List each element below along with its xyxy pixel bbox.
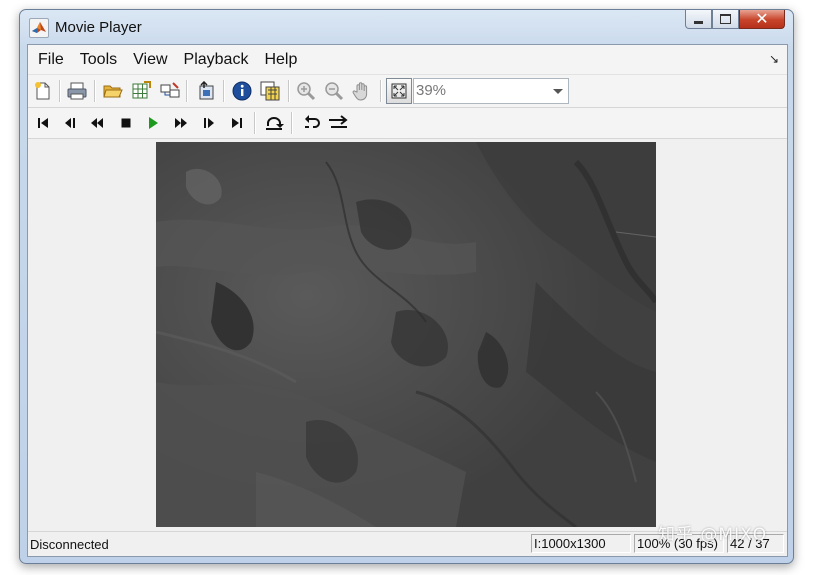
menu-playback[interactable]: Playback [176, 51, 257, 69]
print-button[interactable] [65, 79, 89, 103]
menu-help[interactable]: Help [256, 51, 305, 69]
rewind-icon [91, 118, 103, 128]
zoom-out-icon [325, 82, 344, 101]
go-to-first-frame-button[interactable] [31, 111, 55, 135]
go-to-last-frame-button[interactable] [225, 111, 249, 135]
minimize-button[interactable] [685, 10, 712, 29]
zoom-level-select[interactable]: 39% [413, 78, 569, 104]
title-bar[interactable]: Movie Player ✕ [20, 10, 793, 44]
export-to-image-tool-button[interactable] [194, 79, 218, 103]
pixel-region-icon [260, 81, 280, 101]
image-size-status: I:1000x1300 [531, 534, 631, 553]
movie-frame-image[interactable] [156, 142, 656, 527]
zoom-in-icon [297, 82, 316, 101]
fit-to-window-icon [391, 83, 407, 99]
fit-to-window-button[interactable] [386, 78, 412, 104]
new-document-icon [35, 82, 50, 100]
satellite-terrain-image [156, 142, 656, 527]
step-forward-icon [204, 118, 214, 128]
step-forward-button[interactable] [197, 111, 221, 135]
zoom-out-button[interactable] [322, 79, 346, 103]
jump-to-button[interactable] [262, 111, 286, 135]
fast-forward-button[interactable] [169, 111, 193, 135]
open-folder-icon [103, 85, 123, 98]
menu-file[interactable]: File [30, 51, 72, 69]
rewind-button[interactable] [85, 111, 109, 135]
step-back-icon [65, 118, 75, 128]
export-image-tool-icon [199, 81, 214, 100]
playback-toolbar [28, 108, 787, 139]
window-title: Movie Player [55, 19, 142, 36]
fast-forward-icon [175, 118, 187, 128]
client-area: File Tools View Playback Help ↘ 39% Disc… [27, 44, 788, 557]
workspace-grid-icon [132, 81, 151, 99]
new-document-button[interactable] [31, 79, 55, 103]
import-from-workspace-button[interactable] [129, 79, 153, 103]
zoom-in-button[interactable] [294, 79, 318, 103]
pan-button[interactable] [350, 79, 374, 103]
menu-view[interactable]: View [125, 51, 175, 69]
movie-viewport[interactable] [28, 139, 787, 531]
step-back-button[interactable] [58, 111, 82, 135]
jump-to-icon [266, 117, 284, 130]
bidirectional-arrows-icon [329, 115, 348, 128]
simulink-connect-icon [160, 82, 180, 98]
play-button[interactable] [141, 111, 165, 135]
skip-to-end-icon [232, 118, 242, 128]
hand-pan-icon [352, 82, 368, 101]
dropdown-arrow-icon [553, 89, 563, 94]
minimize-icon [694, 20, 703, 24]
main-toolbar: 39% [28, 75, 787, 108]
open-file-button[interactable] [101, 79, 125, 103]
repeat-button[interactable] [299, 111, 323, 135]
play-icon [149, 117, 158, 129]
menu-bar: File Tools View Playback Help ↘ [28, 45, 787, 75]
connect-simulink-button[interactable] [158, 79, 182, 103]
watermark-text: 知乎 @MIXQ [658, 525, 768, 545]
stop-icon [121, 118, 131, 128]
menu-tools[interactable]: Tools [72, 51, 125, 69]
info-icon [232, 81, 252, 101]
dock-arrow-icon[interactable]: ↘ [769, 52, 779, 66]
close-button[interactable]: ✕ [739, 10, 785, 29]
connection-status: Disconnected [30, 537, 109, 552]
printer-icon [67, 82, 87, 100]
repeat-icon [305, 115, 320, 128]
matlab-app-icon[interactable] [29, 18, 49, 38]
stop-button[interactable] [114, 111, 138, 135]
maximize-button[interactable] [712, 10, 739, 29]
forward-backward-playback-button[interactable] [326, 111, 350, 135]
pixel-region-button[interactable] [258, 79, 282, 103]
zoom-level-value: 39% [416, 82, 447, 99]
skip-to-start-icon [38, 118, 48, 128]
frame-info-button[interactable] [230, 79, 254, 103]
movie-player-window: Movie Player ✕ File Tools View Playback … [19, 9, 794, 564]
close-icon: ✕ [755, 11, 769, 28]
maximize-icon [720, 14, 731, 24]
